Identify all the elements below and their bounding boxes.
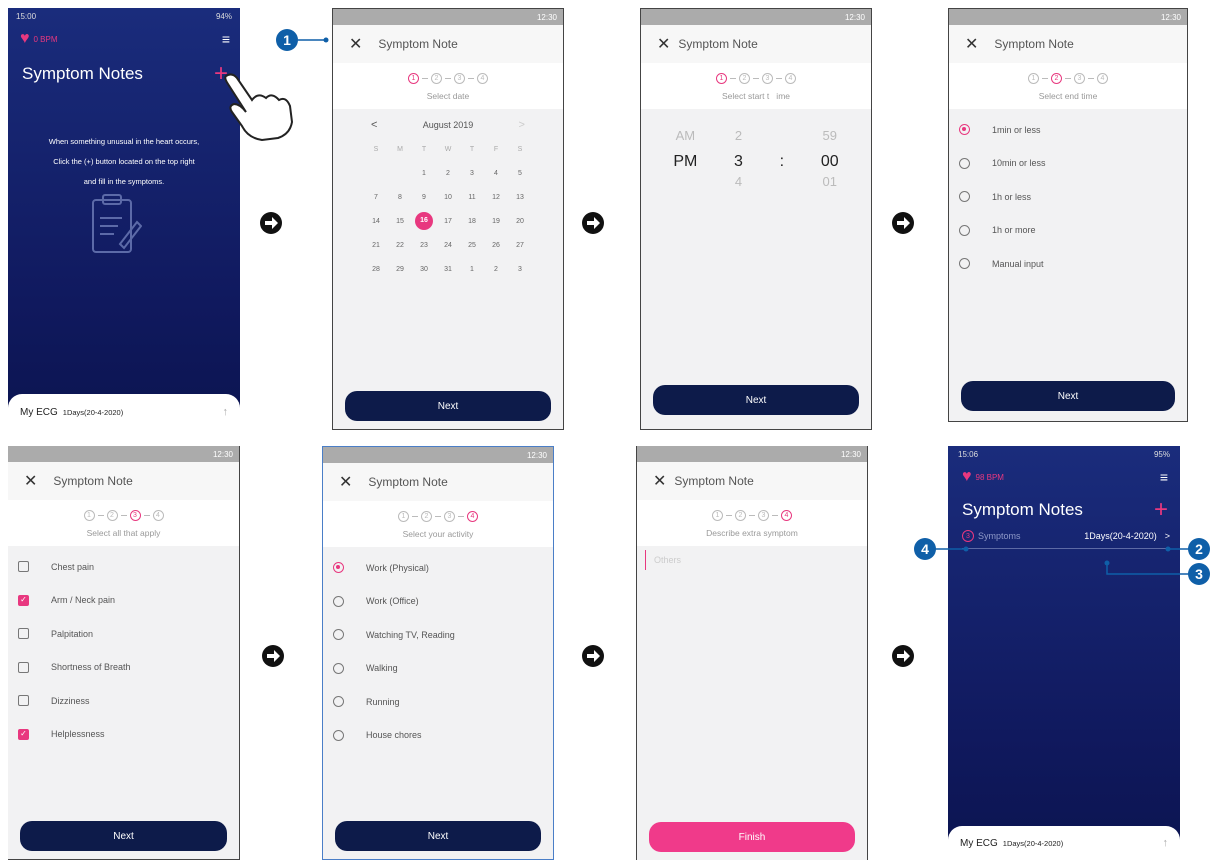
callout-3: 3 <box>1188 563 1210 585</box>
callout-2: 2 <box>1188 538 1210 560</box>
callout-1: 1 <box>276 29 298 51</box>
callout-leader-lines <box>298 37 1190 575</box>
callout-4: 4 <box>914 538 936 560</box>
